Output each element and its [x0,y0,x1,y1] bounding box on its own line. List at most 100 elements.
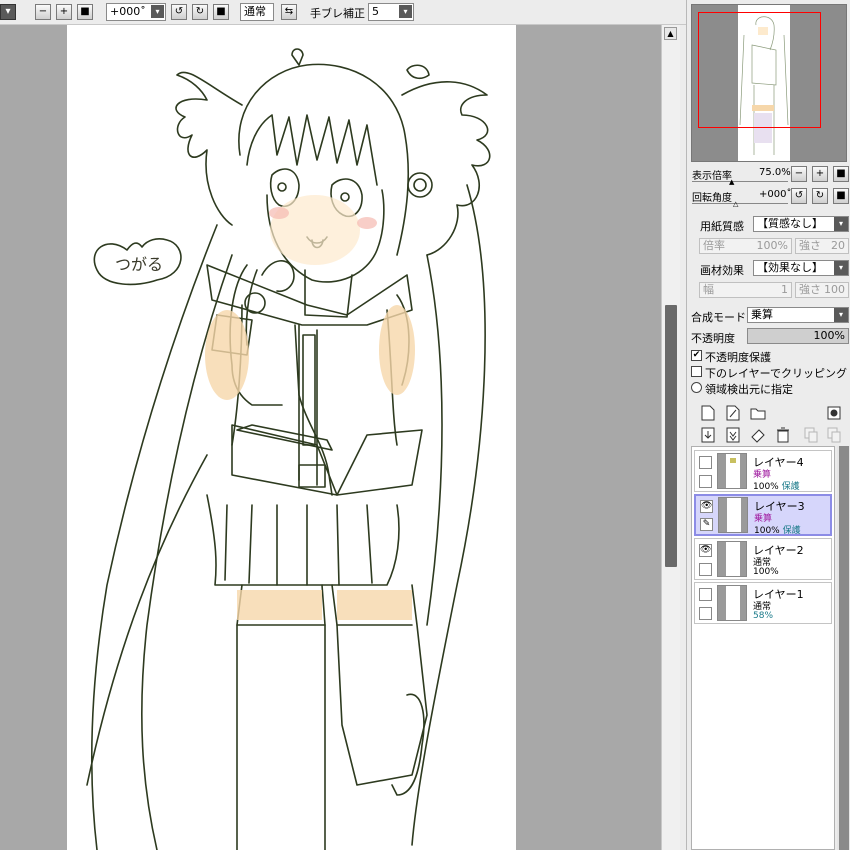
chevron-down-icon: ▾ [834,217,848,231]
new-layer-button[interactable] [699,404,716,421]
disabled-layer-button-1 [802,426,819,443]
layer-item-selected[interactable]: 👁 ✎ レイヤー3 乗算 100% 保護 [694,494,832,536]
brush-effect-select[interactable]: 【効果なし】 ▾ [753,260,849,276]
new-folder-button[interactable] [749,404,766,421]
chevron-down-icon: ▾ [834,261,848,275]
transfer-down-button[interactable] [699,426,716,443]
nav-rotation-reset-button[interactable]: ■ [833,188,849,204]
clear-layer-button[interactable] [749,426,766,443]
layer-mask-button[interactable] [825,404,842,421]
plus-icon: + [815,168,825,179]
rotation-field[interactable]: +000˚ ▾ [106,3,166,21]
plus-icon: + [59,6,69,17]
flip-icon: ⇆ [284,6,294,17]
layer-thumbnail [717,585,747,621]
pen-layer-icon [726,405,739,420]
minus-icon: − [38,6,48,17]
protect-opacity-checkbox[interactable]: ✔ [691,350,702,361]
flip-horizontal-button[interactable]: ⇆ [281,4,297,20]
nav-zoom-out-button[interactable]: − [791,166,807,182]
canvas-area[interactable]: つがる [0,25,661,850]
layer-item[interactable]: 👁 レイヤー2 通常 100% [694,538,832,580]
square-icon: ■ [216,6,226,17]
rotation-slider[interactable] [692,203,788,204]
rotate-left-icon: ↺ [174,6,184,17]
layer-lock-toggle[interactable] [699,607,712,620]
blend-mode-button[interactable]: 通常 [240,3,274,21]
layer-item[interactable]: レイヤー1 通常 58% [694,582,832,624]
clipping-checkbox[interactable] [691,366,702,377]
scroll-up-arrow-icon[interactable]: ▲ [664,27,677,40]
layer-copy-icon [804,427,817,442]
nav-zoom-in-button[interactable]: + [812,166,828,182]
layer-lock-toggle[interactable] [699,563,712,576]
zoom-slider-handle-icon[interactable]: ▲ [729,178,734,186]
nav-zoom-reset-button[interactable]: ■ [833,166,849,182]
rotate-right-icon: ↻ [815,190,825,201]
drawing-paper[interactable]: つがる [67,25,516,850]
protect-opacity-label: 不透明度保護 [705,351,771,364]
effect-width-field: 幅 1 [699,282,792,298]
region-source-label: 領域検出元に指定 [705,383,793,396]
right-panel: 表示倍率 75.0% − + ■ ▲ 回転角度 +000˚ ↺ ↻ ■ △ 用紙… [686,0,850,850]
rotate-right-icon: ↻ [195,6,205,17]
layer-thumbnail [717,453,747,489]
zoom-dropdown-button[interactable]: ▾ [0,4,16,20]
new-layer-icon [701,405,714,420]
navigator-view-frame[interactable] [698,12,821,128]
layer-item[interactable]: レイヤー4 乗算 100% 保護 [694,450,832,492]
layer-visibility-toggle[interactable] [699,456,712,469]
rotate-left-button[interactable]: ↺ [171,4,187,20]
layer-lock-toggle[interactable]: ✎ [700,518,713,531]
chevron-down-icon: ▾ [5,6,11,17]
rotation-reset-button[interactable]: ■ [213,4,229,20]
zoom-reset-button[interactable]: ■ [77,4,93,20]
merge-down-button[interactable] [724,426,741,443]
opacity-label: 不透明度 [691,332,735,345]
effect-strength-field: 強さ 100 [795,282,849,298]
chevron-down-icon[interactable]: ▾ [151,5,164,18]
chevron-down-icon[interactable]: ▾ [399,5,412,18]
stabilizer-label: 手ブレ補正 [310,7,365,20]
eye-icon: 👁 [700,545,712,555]
layer-visibility-toggle[interactable]: 👁 [700,500,713,513]
new-linework-layer-button[interactable] [724,404,741,421]
panel-vertical-scrollbar[interactable] [837,446,850,850]
layer-merge-icon [827,427,840,442]
navigator-preview[interactable] [691,4,847,162]
nav-rotate-right-button[interactable]: ↻ [812,188,828,204]
zoom-out-button[interactable]: − [35,4,51,20]
paper-texture-select[interactable]: 【質感なし】 ▾ [753,216,849,232]
folder-icon [750,408,765,419]
transfer-down-icon [701,427,714,442]
delete-layer-button[interactable] [774,426,791,443]
blend-mode-label: 合成モード [691,311,746,324]
canvas-vertical-scrollbar[interactable]: ▲ [661,25,680,850]
scrollbar-thumb[interactable] [665,305,677,567]
panel-scrollbar-thumb[interactable] [839,446,849,850]
paper-scale-field: 倍率 100% [699,238,792,254]
layer-visibility-toggle[interactable]: 👁 [699,544,712,557]
layer-blend-mode-select[interactable]: 乗算 ▾ [747,307,849,323]
eraser-icon [750,428,765,443]
pen-icon: ✎ [702,519,711,529]
rotate-right-button[interactable]: ↻ [192,4,208,20]
opacity-slider[interactable]: 100% [747,328,849,344]
layer-visibility-toggle[interactable] [699,588,712,601]
nav-rotate-left-button[interactable]: ↺ [791,188,807,204]
character-lineart: つがる [86,48,491,850]
layer-lock-toggle[interactable] [699,475,712,488]
rotation-slider-handle-icon[interactable]: △ [733,200,738,208]
zoom-in-button[interactable]: + [56,4,72,20]
square-icon: ■ [836,190,846,201]
clipping-label: 下のレイヤーでクリッピング [705,367,848,380]
trash-icon [776,427,789,442]
zoom-slider[interactable] [692,181,788,182]
brush-effect-label: 画材効果 [700,264,744,277]
layer-list[interactable]: レイヤー4 乗算 100% 保護 👁 ✎ レイヤー3 乗算 100% 保護 👁 … [691,446,835,850]
stabilizer-select[interactable]: 5 ▾ [368,3,414,21]
square-icon: ■ [80,6,90,17]
chevron-down-icon: ▾ [834,308,848,322]
heart-caption: つがる [115,255,163,274]
region-source-radio[interactable] [691,382,702,393]
